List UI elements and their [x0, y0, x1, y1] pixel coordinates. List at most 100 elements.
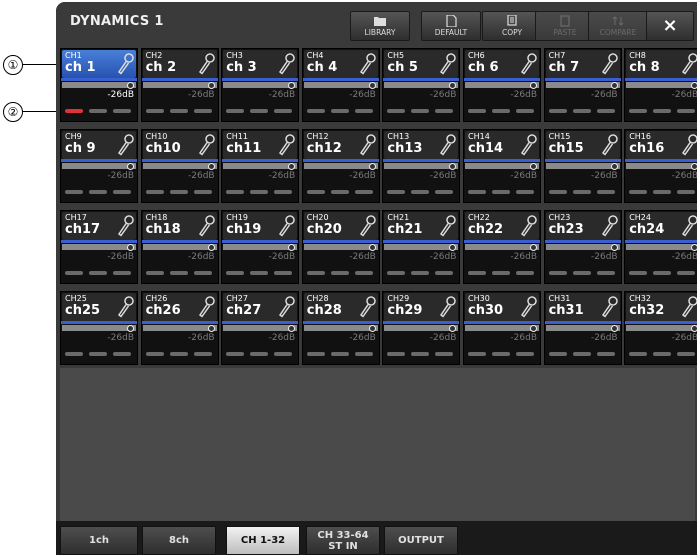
channel-select-button[interactable]: CH4 ch 4	[303, 50, 378, 78]
threshold-value[interactable]: -26dB	[672, 171, 697, 181]
channel-select-button[interactable]: CH9 ch 9	[62, 131, 136, 159]
threshold-value[interactable]: -26dB	[672, 252, 697, 262]
tab-8ch[interactable]: 8ch	[142, 526, 216, 555]
threshold-value[interactable]: -26dB	[269, 90, 296, 100]
channel-select-button[interactable]: CH25 ch25	[62, 293, 136, 321]
channel-cell[interactable]: CH20 ch20 -26dB	[301, 210, 380, 284]
threshold-value[interactable]: -26dB	[510, 171, 537, 181]
channel-cell[interactable]: CH12 ch12 -26dB	[301, 129, 380, 203]
channel-cell[interactable]: CH21 ch21 -26dB	[382, 210, 461, 284]
channel-cell[interactable]: CH5 ch 5 -26dB	[382, 48, 461, 122]
channel-cell[interactable]: CH2 ch 2 -26dB	[140, 48, 219, 122]
threshold-value[interactable]: -26dB	[269, 171, 296, 181]
channel-cell[interactable]: CH19 ch19 -26dB	[221, 210, 300, 284]
channel-select-button[interactable]: CH31 ch31	[545, 293, 620, 321]
threshold-value[interactable]: -26dB	[672, 333, 697, 343]
threshold-value[interactable]: -26dB	[672, 90, 697, 100]
channel-select-button[interactable]: CH13 ch13	[384, 131, 459, 159]
channel-select-button[interactable]: CH32 ch32	[626, 293, 697, 321]
channel-cell[interactable]: CH8 ch 8 -26dB	[624, 48, 697, 122]
channel-select-button[interactable]: CH7 ch 7	[545, 50, 620, 78]
channel-cell[interactable]: CH22 ch22 -26dB	[463, 210, 541, 284]
channel-select-button[interactable]: CH11 ch11	[223, 131, 298, 159]
channel-cell[interactable]: CH26 ch26 -26dB	[140, 291, 219, 365]
channel-cell[interactable]: CH3 ch 3 -26dB	[221, 48, 300, 122]
threshold-value[interactable]: -26dB	[591, 90, 618, 100]
channel-select-button[interactable]: CH16 ch16	[626, 131, 697, 159]
tab-ch-33-64[interactable]: CH 33-64 ST IN	[306, 526, 380, 555]
threshold-value[interactable]: -26dB	[591, 252, 618, 262]
channel-cell[interactable]: CH16 ch16 -26dB	[624, 129, 697, 203]
channel-select-button[interactable]: CH18 ch18	[142, 212, 217, 240]
channel-cell[interactable]: CH31 ch31 -26dB	[543, 291, 622, 365]
channel-select-button[interactable]: CH5 ch 5	[384, 50, 459, 78]
channel-select-button[interactable]: CH24 ch24	[626, 212, 697, 240]
channel-cell[interactable]: CH29 ch29 -26dB	[382, 291, 461, 365]
channel-cell[interactable]: CH10 ch10 -26dB	[140, 129, 219, 203]
tab-1ch[interactable]: 1ch	[60, 526, 138, 555]
threshold-value[interactable]: -26dB	[188, 333, 215, 343]
channel-cell[interactable]: CH30 ch30 -26dB	[463, 291, 541, 365]
threshold-value[interactable]: -26dB	[430, 171, 457, 181]
channel-cell[interactable]: CH11 ch11 -26dB	[221, 129, 300, 203]
channel-cell[interactable]: CH9 ch 9 -26dB	[60, 129, 138, 203]
library-button[interactable]: LIBRARY	[350, 11, 410, 41]
channel-select-button[interactable]: CH28 ch28	[303, 293, 378, 321]
threshold-value[interactable]: -26dB	[591, 171, 618, 181]
threshold-value[interactable]: -26dB	[107, 90, 134, 100]
channel-select-button[interactable]: CH6 ch 6	[465, 50, 539, 78]
channel-cell[interactable]: CH27 ch27 -26dB	[221, 291, 300, 365]
channel-cell[interactable]: CH4 ch 4 -26dB	[301, 48, 380, 122]
copy-button[interactable]: COPY	[482, 11, 542, 41]
channel-cell[interactable]: CH15 ch15 -26dB	[543, 129, 622, 203]
threshold-value[interactable]: -26dB	[349, 171, 376, 181]
threshold-value[interactable]: -26dB	[349, 333, 376, 343]
channel-select-button[interactable]: CH26 ch26	[142, 293, 217, 321]
compare-button[interactable]: COMPARE	[588, 11, 648, 41]
channel-select-button[interactable]: CH17 ch17	[62, 212, 136, 240]
threshold-value[interactable]: -26dB	[349, 90, 376, 100]
threshold-value[interactable]: -26dB	[510, 90, 537, 100]
channel-cell[interactable]: CH17 ch17 -26dB	[60, 210, 138, 284]
channel-select-button[interactable]: CH2 ch 2	[142, 50, 217, 78]
channel-select-button[interactable]: CH29 ch29	[384, 293, 459, 321]
threshold-value[interactable]: -26dB	[591, 333, 618, 343]
threshold-value[interactable]: -26dB	[188, 90, 215, 100]
channel-cell[interactable]: CH18 ch18 -26dB	[140, 210, 219, 284]
channel-select-button[interactable]: CH30 ch30	[465, 293, 539, 321]
channel-cell[interactable]: CH25 ch25 -26dB	[60, 291, 138, 365]
threshold-value[interactable]: -26dB	[188, 252, 215, 262]
channel-select-button[interactable]: CH22 ch22	[465, 212, 539, 240]
channel-select-button[interactable]: CH27 ch27	[223, 293, 298, 321]
channel-cell[interactable]: CH1 ch 1 -26dB	[60, 48, 138, 122]
threshold-value[interactable]: -26dB	[430, 252, 457, 262]
threshold-value[interactable]: -26dB	[349, 252, 376, 262]
threshold-value[interactable]: -26dB	[269, 252, 296, 262]
channel-select-button[interactable]: CH10 ch10	[142, 131, 217, 159]
close-button[interactable]: ×	[646, 11, 694, 41]
threshold-value[interactable]: -26dB	[188, 171, 215, 181]
threshold-value[interactable]: -26dB	[107, 171, 134, 181]
channel-select-button[interactable]: CH23 ch23	[545, 212, 620, 240]
default-button[interactable]: DEFAULT	[421, 11, 481, 41]
threshold-value[interactable]: -26dB	[107, 252, 134, 262]
tab-ch-1-32[interactable]: CH 1-32	[226, 526, 300, 555]
channel-select-button[interactable]: CH21 ch21	[384, 212, 459, 240]
threshold-value[interactable]: -26dB	[510, 252, 537, 262]
paste-button[interactable]: PASTE	[535, 11, 595, 41]
channel-select-button[interactable]: CH1 ch 1	[62, 50, 136, 78]
channel-cell[interactable]: CH6 ch 6 -26dB	[463, 48, 541, 122]
threshold-value[interactable]: -26dB	[510, 333, 537, 343]
tab-output[interactable]: OUTPUT	[384, 526, 458, 555]
channel-select-button[interactable]: CH8 ch 8	[626, 50, 697, 78]
channel-cell[interactable]: CH13 ch13 -26dB	[382, 129, 461, 203]
channel-select-button[interactable]: CH3 ch 3	[223, 50, 298, 78]
channel-cell[interactable]: CH14 ch14 -26dB	[463, 129, 541, 203]
channel-cell[interactable]: CH23 ch23 -26dB	[543, 210, 622, 284]
threshold-value[interactable]: -26dB	[430, 90, 457, 100]
channel-select-button[interactable]: CH20 ch20	[303, 212, 378, 240]
channel-cell[interactable]: CH24 ch24 -26dB	[624, 210, 697, 284]
threshold-value[interactable]: -26dB	[430, 333, 457, 343]
channel-cell[interactable]: CH32 ch32 -26dB	[624, 291, 697, 365]
channel-cell[interactable]: CH7 ch 7 -26dB	[543, 48, 622, 122]
